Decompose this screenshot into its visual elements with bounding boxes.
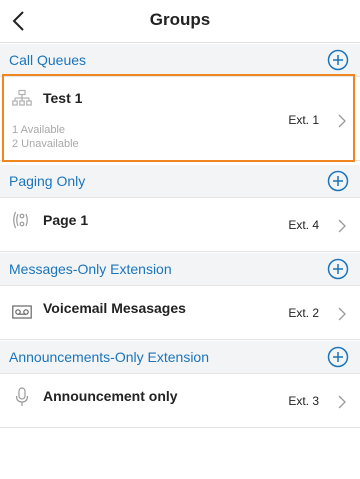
list-item-page-1[interactable]: Page 1 Ext. 4 bbox=[0, 198, 360, 252]
section-title: Paging Only bbox=[9, 173, 86, 189]
list-item-test-1[interactable]: Test 1 1 Available 2 Unavailable Ext. 1 bbox=[0, 77, 360, 161]
broadcast-icon bbox=[13, 211, 28, 229]
chevron-right-icon bbox=[338, 114, 346, 128]
microphone-icon bbox=[15, 387, 29, 406]
chevron-right-icon bbox=[338, 395, 346, 409]
extension-label: Ext. 1 bbox=[288, 113, 319, 127]
item-name: Announcement only bbox=[43, 388, 178, 404]
extension-label: Ext. 3 bbox=[288, 394, 319, 408]
item-name: Test 1 bbox=[43, 90, 83, 106]
add-messages-extension-button[interactable] bbox=[327, 258, 349, 280]
add-paging-button[interactable] bbox=[327, 170, 349, 192]
section-header-announcements-only: Announcements-Only Extension bbox=[0, 341, 360, 374]
unavailable-count: 2 Unavailable bbox=[12, 138, 79, 150]
item-name: Voicemail Mesasages bbox=[43, 300, 186, 316]
available-count: 1 Available bbox=[12, 124, 66, 136]
section-header-paging-only: Paging Only bbox=[0, 165, 360, 198]
section-title: Announcements-Only Extension bbox=[9, 349, 209, 365]
voicemail-icon bbox=[12, 305, 32, 319]
item-name: Page 1 bbox=[43, 212, 89, 228]
chevron-right-icon bbox=[338, 307, 346, 321]
extension-label: Ext. 4 bbox=[288, 218, 319, 232]
list-item-voicemail-messages[interactable]: Voicemail Mesasages Ext. 2 bbox=[0, 286, 360, 340]
section-header-messages-only: Messages-Only Extension bbox=[0, 253, 360, 286]
chevron-right-icon bbox=[338, 219, 346, 233]
extension-label: Ext. 2 bbox=[288, 306, 319, 320]
list-item-announcement-only[interactable]: Announcement only Ext. 3 bbox=[0, 374, 360, 428]
section-header-call-queues: Call Queues bbox=[0, 44, 360, 77]
page-title: Groups bbox=[149, 10, 211, 29]
org-chart-icon bbox=[12, 89, 32, 106]
add-announcement-extension-button[interactable] bbox=[327, 346, 349, 368]
add-call-queue-button[interactable] bbox=[327, 49, 349, 71]
header-bar: Groups bbox=[0, 0, 360, 43]
section-title: Messages-Only Extension bbox=[9, 261, 172, 277]
section-title: Call Queues bbox=[9, 52, 87, 68]
